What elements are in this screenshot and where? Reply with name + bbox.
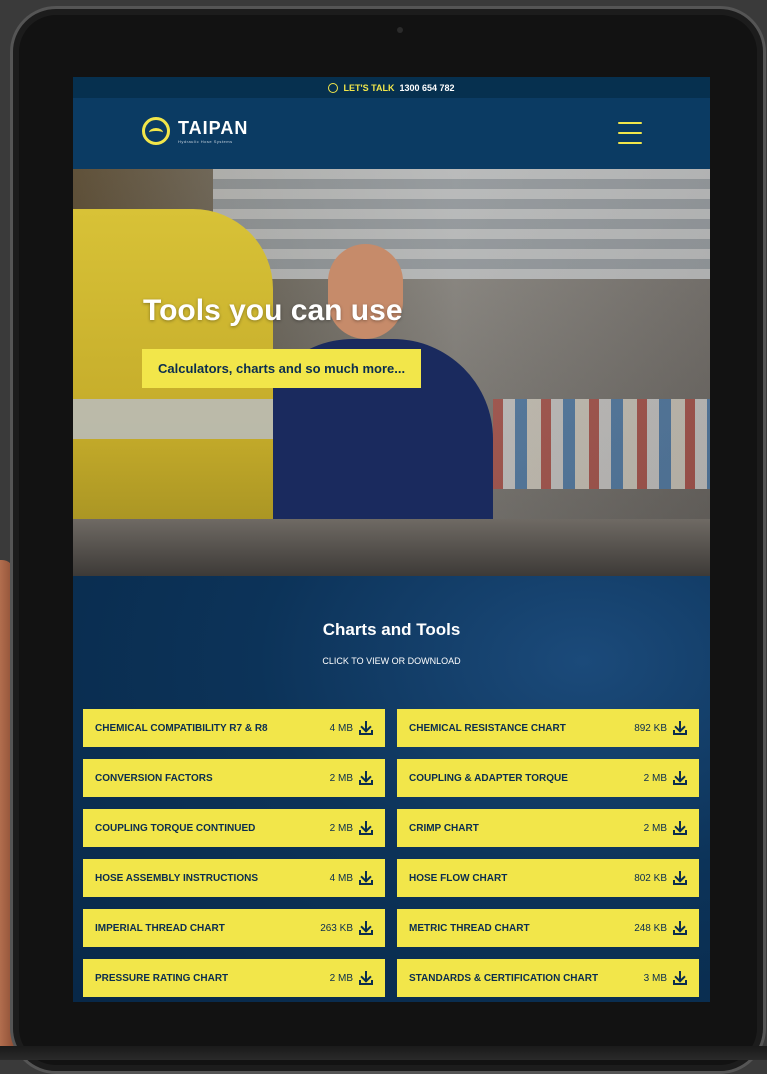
download-item-name: CRIMP CHART [409, 823, 644, 834]
download-item-size: 248 KB [634, 923, 667, 934]
download-icon[interactable] [673, 771, 687, 785]
logo-tagline: Hydraulic Hose Systems [178, 139, 248, 144]
download-item-name: IMPERIAL THREAD CHART [95, 923, 320, 934]
download-item-size: 4 MB [330, 873, 353, 884]
top-contact-bar: LET'S TALK 1300 654 782 [73, 77, 710, 98]
phone-number[interactable]: 1300 654 782 [399, 83, 454, 93]
download-item-name: HOSE ASSEMBLY INSTRUCTIONS [95, 873, 330, 884]
download-item-size: 2 MB [330, 973, 353, 984]
download-grid: CHEMICAL COMPATIBILITY R7 & R8 4 MB CHEM… [83, 709, 700, 997]
download-item-size: 802 KB [634, 873, 667, 884]
download-icon[interactable] [673, 971, 687, 985]
hero-background-shelves [493, 399, 710, 489]
download-item-hose-flow-chart[interactable]: HOSE FLOW CHART 802 KB [397, 859, 699, 897]
download-item-conversion-factors[interactable]: CONVERSION FACTORS 2 MB [83, 759, 385, 797]
download-item-name: COUPLING TORQUE CONTINUED [95, 823, 330, 834]
hero-counter [73, 519, 710, 576]
download-item-pressure-rating-chart[interactable]: PRESSURE RATING CHART 2 MB [83, 959, 385, 997]
download-icon[interactable] [673, 721, 687, 735]
download-item-size: 2 MB [644, 773, 667, 784]
download-icon[interactable] [359, 821, 373, 835]
download-item-imperial-thread-chart[interactable]: IMPERIAL THREAD CHART 263 KB [83, 909, 385, 947]
charts-tools-section: Charts and Tools CLICK TO VIEW OR DOWNLO… [73, 576, 710, 1002]
download-item-size: 892 KB [634, 723, 667, 734]
download-item-standards-certification-chart[interactable]: STANDARDS & CERTIFICATION CHART 3 MB [397, 959, 699, 997]
hero-background-ceiling [213, 169, 710, 279]
download-icon[interactable] [359, 721, 373, 735]
download-icon[interactable] [673, 821, 687, 835]
hero-title: Tools you can use [143, 294, 403, 328]
logo[interactable]: TAIPAN Hydraulic Hose Systems [142, 117, 248, 145]
lets-talk-link[interactable]: LET'S TALK [343, 83, 394, 93]
logo-text: TAIPAN [178, 119, 248, 137]
download-icon[interactable] [359, 771, 373, 785]
hero-cta-button[interactable]: Calculators, charts and so much more... [142, 349, 421, 388]
download-icon[interactable] [359, 971, 373, 985]
device-bottom-edge [0, 1046, 767, 1060]
download-icon[interactable] [359, 921, 373, 935]
download-item-chemical-resistance[interactable]: CHEMICAL RESISTANCE CHART 892 KB [397, 709, 699, 747]
hero-hi-vis-stripe [73, 399, 273, 439]
download-item-name: PRESSURE RATING CHART [95, 973, 330, 984]
download-item-name: HOSE FLOW CHART [409, 873, 634, 884]
download-item-size: 2 MB [330, 773, 353, 784]
download-item-coupling-adapter-torque[interactable]: COUPLING & ADAPTER TORQUE 2 MB [397, 759, 699, 797]
download-item-name: METRIC THREAD CHART [409, 923, 634, 934]
screen: LET'S TALK 1300 654 782 TAIPAN Hydraulic… [73, 77, 710, 1002]
download-item-name: CONVERSION FACTORS [95, 773, 330, 784]
download-item-hose-assembly-instructions[interactable]: HOSE ASSEMBLY INSTRUCTIONS 4 MB [83, 859, 385, 897]
download-item-name: CHEMICAL COMPATIBILITY R7 & R8 [95, 723, 330, 734]
download-item-size: 263 KB [320, 923, 353, 934]
download-item-size: 4 MB [330, 723, 353, 734]
menu-icon[interactable] [618, 122, 642, 144]
logo-icon [142, 117, 170, 145]
download-item-chemical-compatibility[interactable]: CHEMICAL COMPATIBILITY R7 & R8 4 MB [83, 709, 385, 747]
section-title: Charts and Tools [73, 620, 710, 640]
download-item-size: 2 MB [330, 823, 353, 834]
download-item-name: STANDARDS & CERTIFICATION CHART [409, 973, 644, 984]
chat-icon[interactable] [328, 83, 338, 93]
navbar: TAIPAN Hydraulic Hose Systems [73, 98, 710, 169]
download-item-size: 2 MB [644, 823, 667, 834]
camera [397, 27, 403, 33]
download-item-name: COUPLING & ADAPTER TORQUE [409, 773, 644, 784]
download-item-size: 3 MB [644, 973, 667, 984]
download-icon[interactable] [359, 871, 373, 885]
section-subtitle: CLICK TO VIEW OR DOWNLOAD [73, 656, 710, 666]
download-item-crimp-chart[interactable]: CRIMP CHART 2 MB [397, 809, 699, 847]
download-icon[interactable] [673, 921, 687, 935]
hero: Tools you can use Calculators, charts an… [73, 169, 710, 576]
download-item-metric-thread-chart[interactable]: METRIC THREAD CHART 248 KB [397, 909, 699, 947]
download-icon[interactable] [673, 871, 687, 885]
download-item-coupling-torque-continued[interactable]: COUPLING TORQUE CONTINUED 2 MB [83, 809, 385, 847]
download-item-name: CHEMICAL RESISTANCE CHART [409, 723, 634, 734]
